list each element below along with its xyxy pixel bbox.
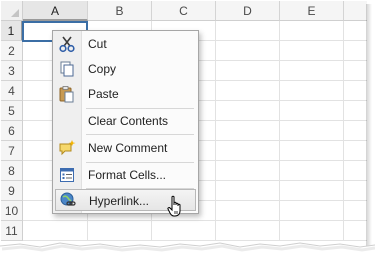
grid-cell[interactable] xyxy=(344,81,367,101)
row-header-5[interactable]: 5 xyxy=(1,101,23,121)
column-header-e[interactable]: E xyxy=(280,1,344,21)
menu-item-copy[interactable]: Copy xyxy=(55,58,196,80)
column-header-c[interactable]: C xyxy=(152,1,216,21)
grid-cell[interactable] xyxy=(216,41,280,61)
menu-item-label: New Comment xyxy=(88,141,168,155)
grid-cell[interactable] xyxy=(216,21,280,41)
menu-item-paste[interactable]: Paste xyxy=(55,83,196,105)
row-header-10[interactable]: 10 xyxy=(1,201,23,221)
select-all-corner[interactable] xyxy=(1,1,23,21)
grid-cell[interactable] xyxy=(280,21,344,41)
grid-cell[interactable] xyxy=(280,161,344,181)
menu-item-label: Hyperlink... xyxy=(89,194,150,208)
grid-cell[interactable] xyxy=(344,41,367,61)
grid-cell[interactable] xyxy=(344,101,367,121)
grid-cell[interactable] xyxy=(216,61,280,81)
menu-separator xyxy=(86,162,194,163)
row-header-6[interactable]: 6 xyxy=(1,121,23,141)
menu-item-label: Cut xyxy=(88,37,107,51)
menu-item-cut[interactable]: Cut xyxy=(55,33,196,55)
row-header-1[interactable]: 1 xyxy=(1,21,23,41)
grid-cell[interactable] xyxy=(280,141,344,161)
grid-cell[interactable] xyxy=(216,81,280,101)
grid-cell[interactable] xyxy=(280,81,344,101)
column-header-b[interactable]: B xyxy=(88,1,152,21)
grid-cell[interactable] xyxy=(216,121,280,141)
hand-pointer-cursor-icon xyxy=(167,195,181,217)
row-header-9[interactable]: 9 xyxy=(1,181,23,201)
grid-cell[interactable] xyxy=(280,181,344,201)
grid-cell[interactable] xyxy=(280,121,344,141)
scissors-icon xyxy=(55,34,79,54)
context-menu: Cut Copy Paste Clear Contents New Commen… xyxy=(52,30,199,214)
menu-item-label: Format Cells... xyxy=(88,168,167,182)
grid-cell[interactable] xyxy=(216,101,280,121)
grid-cell[interactable] xyxy=(216,161,280,181)
grid-cell[interactable] xyxy=(216,141,280,161)
page-edge-shadow xyxy=(366,4,372,246)
menu-item-clear-contents[interactable]: Clear Contents xyxy=(55,110,196,132)
paste-icon xyxy=(55,84,79,104)
menu-item-label: Paste xyxy=(88,87,119,101)
grid-cell[interactable] xyxy=(280,101,344,121)
column-header-f-partial[interactable] xyxy=(344,1,367,21)
grid-cell[interactable] xyxy=(344,121,367,141)
new-comment-icon xyxy=(55,138,79,158)
grid-cell[interactable] xyxy=(344,181,367,201)
grid-cell[interactable] xyxy=(344,21,367,41)
grid-cell[interactable] xyxy=(216,201,280,221)
row-header-2[interactable]: 2 xyxy=(1,41,23,61)
grid-cell[interactable] xyxy=(280,41,344,61)
torn-edge xyxy=(0,242,375,258)
hyperlink-icon xyxy=(56,190,80,210)
menu-separator xyxy=(86,134,194,135)
format-cells-icon xyxy=(55,165,79,185)
grid-cell[interactable] xyxy=(280,201,344,221)
grid-cell[interactable] xyxy=(280,61,344,81)
menu-item-new-comment[interactable]: New Comment xyxy=(55,137,196,159)
grid-cell[interactable] xyxy=(344,61,367,81)
row-header-8[interactable]: 8 xyxy=(1,161,23,181)
grid-cell[interactable] xyxy=(344,201,367,221)
copy-icon xyxy=(55,59,79,79)
column-header-a[interactable]: A xyxy=(23,1,88,21)
menu-separator xyxy=(86,108,194,109)
menu-item-label: Clear Contents xyxy=(88,114,169,128)
row-header-4[interactable]: 4 xyxy=(1,81,23,101)
grid-cell[interactable] xyxy=(216,181,280,201)
menu-item-format-cells[interactable]: Format Cells... xyxy=(55,164,196,186)
row-header-3[interactable]: 3 xyxy=(1,61,23,81)
grid-cell[interactable] xyxy=(344,161,367,181)
column-header-d[interactable]: D xyxy=(216,1,280,21)
menu-item-label: Copy xyxy=(88,62,117,76)
row-header-7[interactable]: 7 xyxy=(1,141,23,161)
grid-cell[interactable] xyxy=(344,141,367,161)
